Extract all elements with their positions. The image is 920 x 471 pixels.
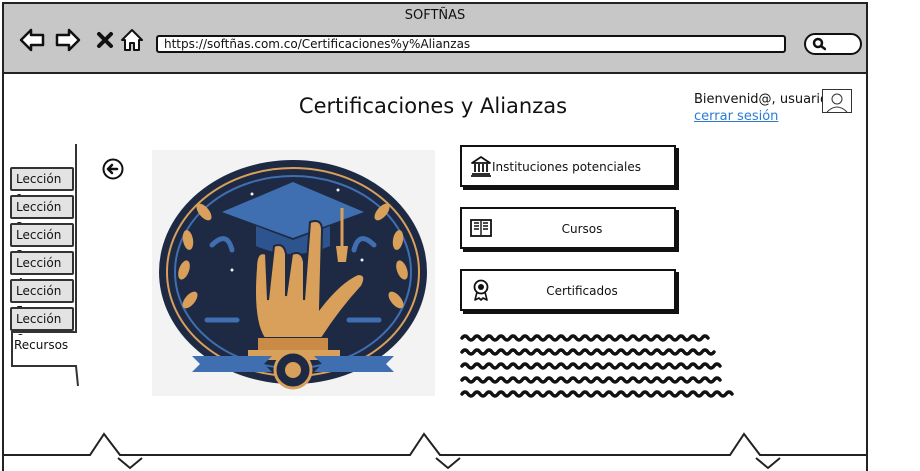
certificados-button[interactable]: Certificados xyxy=(460,269,676,311)
graduation-emblem-image xyxy=(159,160,427,390)
browser-search-field[interactable] xyxy=(804,33,862,55)
search-icon xyxy=(812,37,826,51)
institution-icon xyxy=(471,156,491,177)
book-icon xyxy=(470,219,492,237)
arrow-right-icon xyxy=(55,28,81,52)
certification-illustration xyxy=(152,150,435,396)
close-icon xyxy=(97,32,113,48)
avatar[interactable] xyxy=(822,89,852,113)
home-button[interactable] xyxy=(118,26,146,54)
window-title: SOFTÑAS xyxy=(404,8,466,23)
back-circle-button[interactable] xyxy=(102,158,124,180)
award-icon xyxy=(473,279,489,301)
arrow-left-icon xyxy=(19,28,45,52)
torn-page-edge xyxy=(2,432,868,470)
browser-toolbar: SOFTÑAS https://softñas.com.co/Certifica… xyxy=(2,2,868,74)
cursos-label: Cursos xyxy=(561,222,603,236)
stop-button[interactable] xyxy=(91,26,119,54)
welcome-text: Bienvenid@, usuario xyxy=(694,92,828,107)
cursos-button[interactable]: Cursos xyxy=(460,207,676,249)
logout-link[interactable]: cerrar sesión xyxy=(694,109,778,124)
forward-arrow-button[interactable] xyxy=(54,26,82,54)
home-icon xyxy=(121,29,143,51)
tab-panel-outline xyxy=(11,144,79,387)
back-arrow-button[interactable] xyxy=(18,26,46,54)
placeholder-text-block xyxy=(460,334,734,398)
address-bar[interactable]: https://softñas.com.co/Certificaciones%y… xyxy=(156,35,786,53)
instituciones-label: Instituciones potenciales xyxy=(492,160,641,174)
instituciones-button[interactable]: Instituciones potenciales xyxy=(460,145,676,187)
certificados-label: Certificados xyxy=(546,284,618,298)
user-icon xyxy=(826,93,848,113)
